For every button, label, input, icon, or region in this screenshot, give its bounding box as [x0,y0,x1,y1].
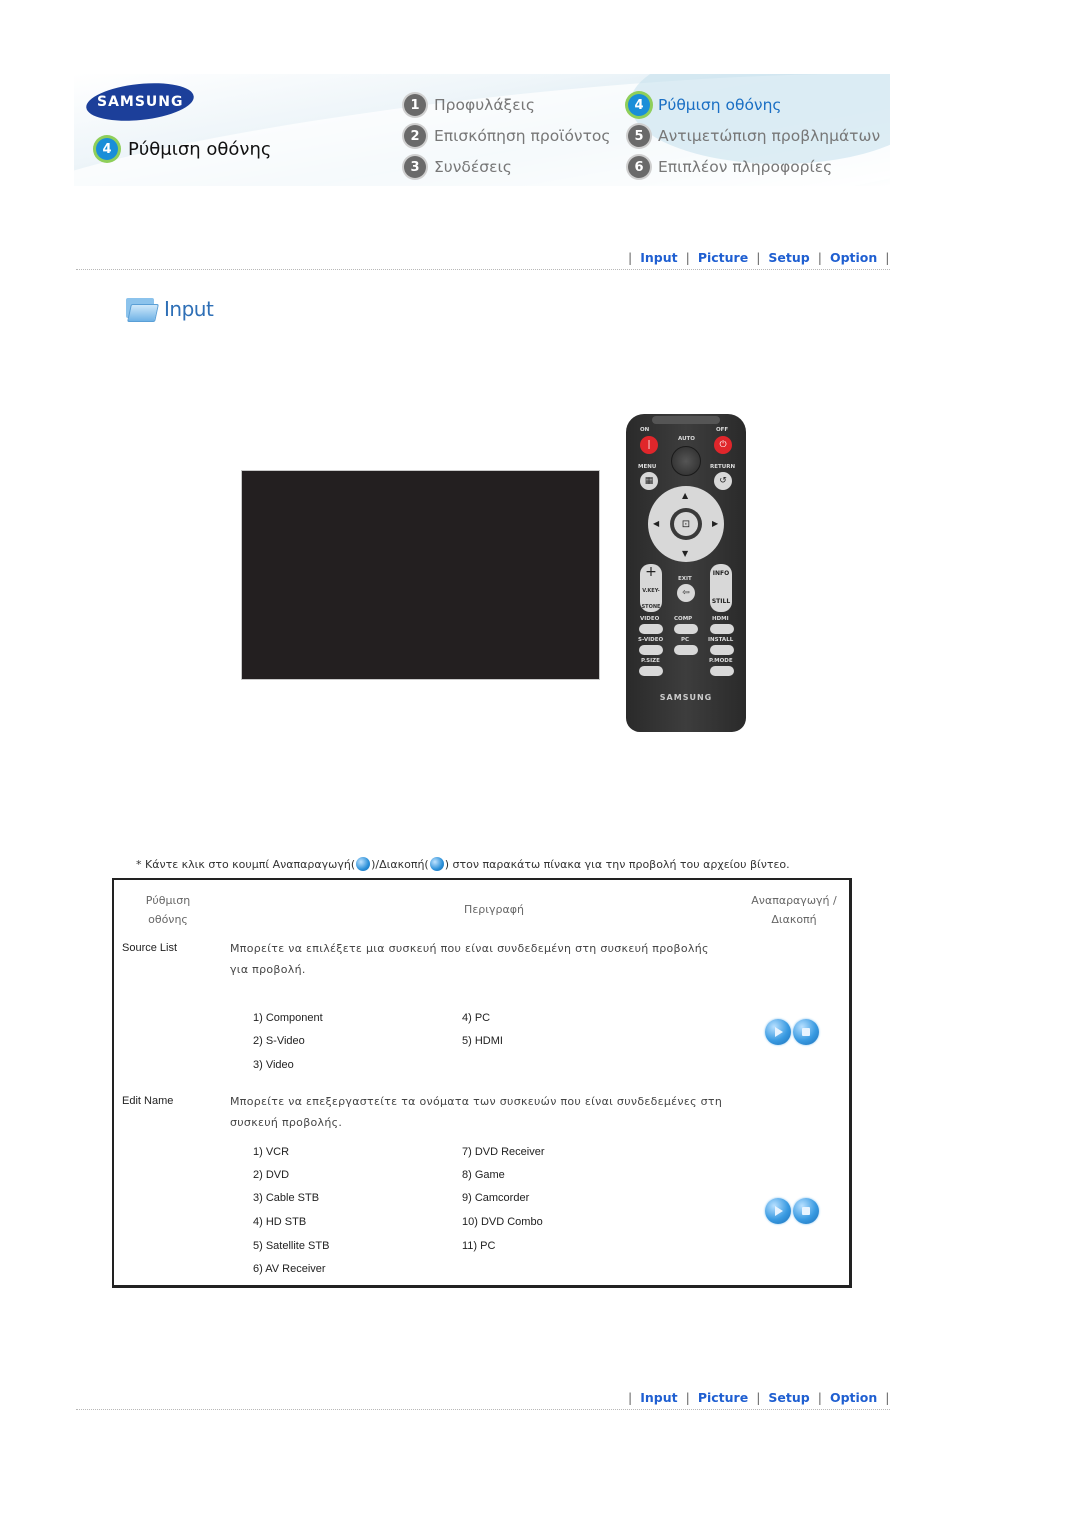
nav-item-additional-info[interactable]: 6 Επιπλέον πληροφορίες [628,156,832,178]
row-label-edit-name: Edit Name [122,1095,174,1107]
tab-picture[interactable]: Picture [698,250,748,265]
current-section-title: 4 Ρύθμιση οθόνης [96,138,271,160]
power-off-button[interactable]: ⏻ [714,436,732,454]
video-player-screen[interactable] [241,470,600,680]
row-label-source-list: Source List [122,942,178,954]
nav-item-screen-setup[interactable]: 4 Ρύθμιση οθόνης [628,94,782,116]
option-item: 9) Camcorder [462,1192,530,1204]
s-video-button[interactable] [639,645,663,655]
top-tab-links: | Input | Picture | Setup | Option | [628,249,890,265]
section-number-badge: 4 [96,138,118,160]
return-button[interactable]: ↺ [714,472,732,490]
option-item: 5) Satellite STB [253,1240,330,1252]
header-description: Περιγραφή [464,903,524,916]
menu-button[interactable]: ▦ [640,472,658,490]
right-arrow-icon[interactable]: ▶ [712,519,718,528]
ir-window [652,416,720,424]
option-item: 2) DVD [253,1169,290,1181]
tab-setup[interactable]: Setup [768,250,809,265]
number-2-icon: 2 [404,125,426,147]
tab-option[interactable]: Option [830,250,877,265]
header-setting: Ρύθμιση οθόνης [145,894,191,926]
stop-icon [429,857,444,871]
stop-button[interactable] [793,1019,819,1045]
option-item: 3) Video [253,1059,294,1071]
down-arrow-icon[interactable]: ▼ [682,549,688,558]
remote-control-image: ON OFF AUTO | ⏻ MENU RETURN ▦ ↺ ▲ ▼ ◀ ▶ … [626,414,746,732]
nav-item-troubleshooting[interactable]: 5 Αντιμετώπιση προβλημάτων [628,125,880,147]
hdmi-button[interactable] [710,624,734,634]
exit-button[interactable]: ⇦ [677,584,695,602]
power-on-button[interactable]: | [640,436,658,454]
option-item: 1) Component [253,1012,323,1024]
tab-input[interactable]: Input [640,1390,677,1405]
video-button[interactable] [639,624,663,634]
up-arrow-icon[interactable]: ▲ [682,491,688,500]
direction-pad[interactable]: ▲ ▼ ◀ ▶ ⊡ [648,486,724,562]
number-4-icon: 4 [628,94,650,116]
tab-option[interactable]: Option [830,1390,877,1405]
row-description: Μπορείτε να επεξεργαστείτε τα ονόματα τω… [230,1095,723,1129]
option-item: 11) PC [462,1240,496,1252]
option-item: 7) DVD Receiver [462,1146,545,1158]
option-item: 5) HDMI [462,1035,503,1047]
stop-icon [802,1028,810,1036]
stop-icon [802,1207,810,1215]
tab-input[interactable]: Input [640,250,677,265]
stop-button[interactable] [793,1198,819,1224]
number-1-icon: 1 [404,94,426,116]
divider [76,1409,890,1410]
option-item: 4) PC [462,1012,491,1024]
option-item: 8) Game [462,1169,505,1181]
source-enter-button[interactable]: ⊡ [674,512,698,536]
section-heading-text: Input [164,297,214,321]
number-6-icon: 6 [628,156,650,178]
option-item: 1) VCR [253,1146,290,1158]
tab-picture[interactable]: Picture [698,1390,748,1405]
comp-button[interactable] [674,624,698,634]
section-title-text: Ρύθμιση οθόνης [128,138,272,160]
keystone-rocker[interactable]: + V.KEY-STONE − [640,564,662,628]
nav-item-product-overview[interactable]: 2 Επισκόπηση προϊόντος [404,125,611,147]
auto-button[interactable] [671,446,701,476]
settings-table: Ρύθμιση οθόνης Περιγραφή Αναπαραγωγή / Δ… [112,878,852,1288]
play-button[interactable] [765,1198,791,1224]
option-item: 3) Cable STB [253,1192,320,1204]
divider [76,269,890,270]
play-stop-controls [765,1198,819,1224]
option-item: 10) DVD Combo [462,1216,543,1228]
pc-button[interactable] [674,645,698,655]
install-button[interactable] [710,645,734,655]
play-icon [775,1206,783,1216]
play-button[interactable] [765,1019,791,1045]
number-5-icon: 5 [628,125,650,147]
nav-item-connections[interactable]: 3 Συνδέσεις [404,156,512,178]
left-arrow-icon[interactable]: ◀ [653,519,659,528]
option-item: 2) S-Video [253,1035,305,1047]
remote-brand-logo: SAMSUNG [659,693,713,702]
option-item: 4) HD STB [253,1216,307,1228]
row-description: Μπορείτε να επιλέξετε μια συσκευή που εί… [230,942,709,976]
info-still-rocker[interactable]: INFO STILL [710,564,732,612]
header-banner: SAMSUNG 4 Ρύθμιση οθόνης 1 Προφυλάξεις 2… [74,74,890,186]
folder-icon [124,296,159,322]
bottom-tab-links: | Input | Picture | Setup | Option | [628,1389,890,1405]
samsung-logo[interactable]: SAMSUNG [84,78,196,126]
number-3-icon: 3 [404,156,426,178]
header-play-stop: Αναπαραγωγή / Διακοπή [751,894,837,926]
tab-setup[interactable]: Setup [768,1390,809,1405]
play-icon [356,857,371,871]
p-size-button[interactable] [639,666,663,676]
instruction-text: * Κάντε κλικ στο κουμπί Αναπαραγωγή( )/Δ… [136,857,790,871]
play-stop-controls [765,1019,819,1045]
p-mode-button[interactable] [710,666,734,676]
section-heading: Input [124,296,214,322]
option-item: 6) AV Receiver [253,1263,326,1275]
nav-item-precautions[interactable]: 1 Προφυλάξεις [404,94,535,116]
play-icon [775,1027,783,1037]
